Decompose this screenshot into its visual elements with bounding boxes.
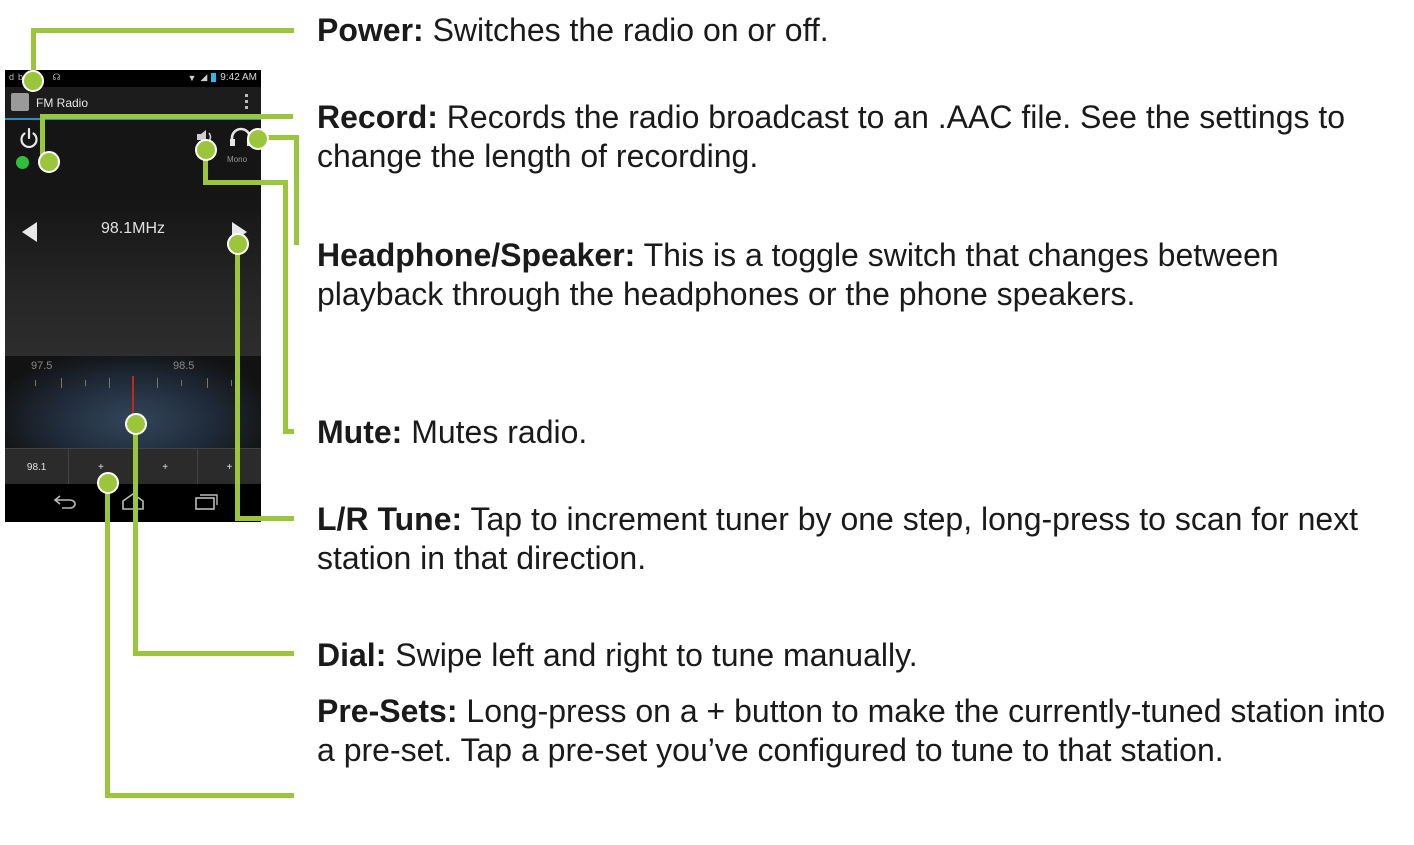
battery-icon	[211, 73, 217, 82]
preset-button[interactable]: 98.1	[5, 449, 70, 485]
signal-icon: ◢	[200, 72, 208, 82]
overflow-menu-icon[interactable]	[245, 94, 249, 109]
presets-title: Pre-Sets:	[317, 693, 458, 729]
mute-title: Mute:	[317, 414, 403, 450]
presets-text: Long-press on a + button to make the cur…	[317, 693, 1386, 768]
dial-label-high: 98.5	[173, 360, 195, 372]
lr-tune-description: L/R Tune: Tap to increment tuner by one …	[317, 500, 1407, 578]
mute-description: Mute: Mutes radio.	[317, 413, 1397, 452]
mute-text: Mutes radio.	[411, 414, 588, 450]
headphone-title: Headphone/Speaker:	[317, 237, 636, 273]
preset-button[interactable]: +	[198, 449, 261, 485]
preset-button[interactable]: +	[134, 449, 198, 485]
frequency-display: 98.1MHz	[100, 220, 166, 237]
lr-tune-text: Tap to increment tuner by one step, long…	[317, 501, 1359, 576]
recent-apps-icon[interactable]	[191, 492, 221, 512]
dial-text: Swipe left and right to tune manually.	[395, 637, 918, 673]
power-description: Power: Switches the radio on or off.	[317, 11, 1397, 50]
record-description: Record: Records the radio broadcast to a…	[317, 98, 1367, 176]
presets-description: Pre-Sets: Long-press on a + button to ma…	[317, 692, 1407, 770]
power-text: Switches the radio on or off.	[432, 12, 829, 48]
status-time: 9:42 AM	[220, 72, 257, 83]
mono-label: Mono	[227, 155, 248, 164]
dial-title: Dial:	[317, 637, 387, 673]
record-title: Record:	[317, 99, 438, 135]
app-title: FM Radio	[36, 96, 89, 110]
record-button[interactable]	[16, 156, 29, 169]
back-icon[interactable]	[50, 492, 80, 512]
wifi-icon: ▼	[187, 72, 197, 83]
app-icon	[11, 93, 29, 111]
dial-label-low: 97.5	[31, 360, 53, 372]
left-arrow[interactable]	[22, 222, 37, 242]
lr-tune-title: L/R Tune:	[317, 501, 463, 537]
headphone-description: Headphone/Speaker: This is a toggle swit…	[317, 236, 1357, 314]
dial-description: Dial: Swipe left and right to tune manua…	[317, 636, 1397, 675]
record-text: Records the radio broadcast to an .AAC f…	[317, 99, 1346, 174]
power-icon[interactable]	[18, 127, 40, 149]
power-title: Power:	[317, 12, 424, 48]
